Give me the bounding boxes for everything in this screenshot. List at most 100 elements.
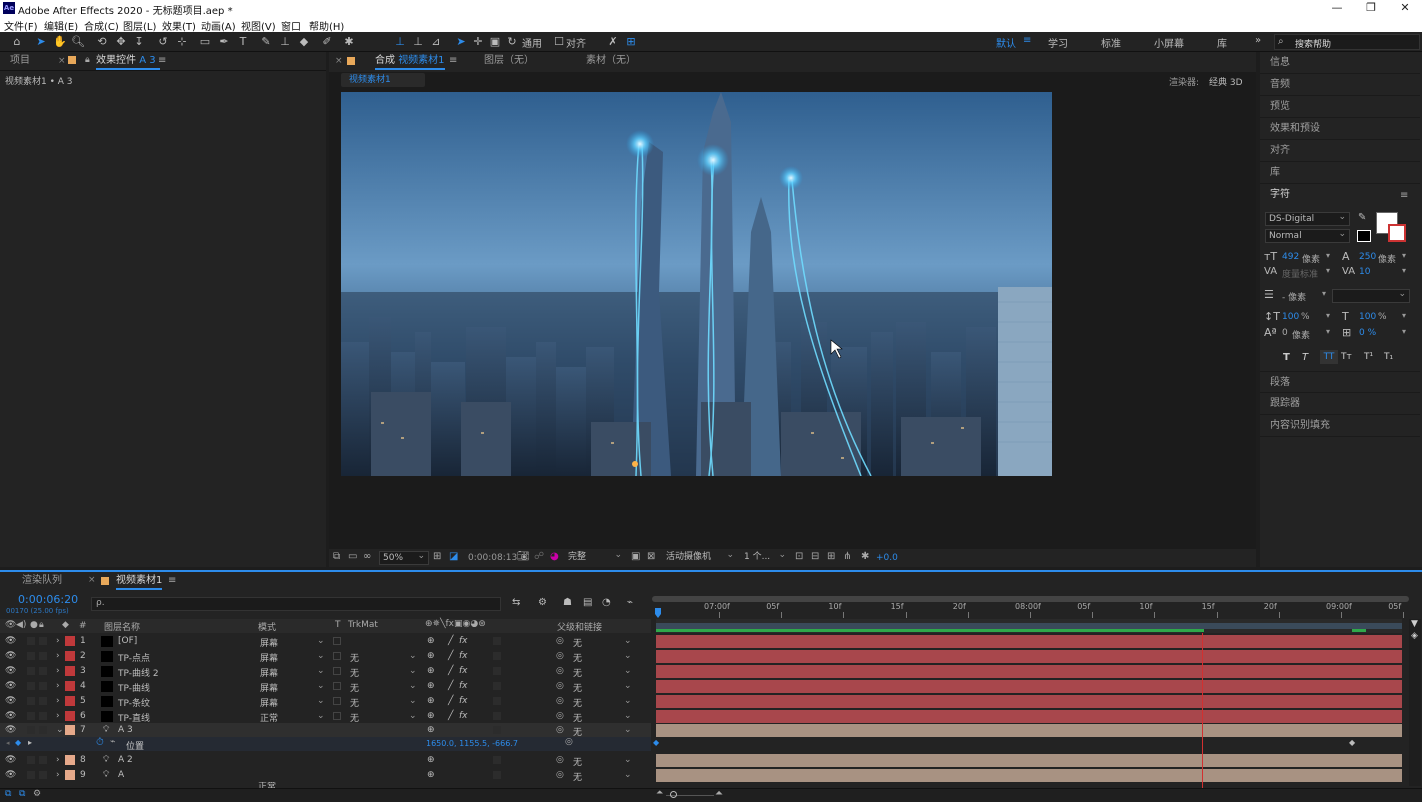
fx-icon[interactable]: fx <box>459 651 468 661</box>
snap-box-icon[interactable]: ▣ <box>488 35 502 49</box>
lock-toggle[interactable] <box>39 682 47 690</box>
parent-select[interactable]: 无 <box>573 651 582 664</box>
tab-footage[interactable]: 素材（无） <box>586 52 636 70</box>
reset-exposure-icon[interactable]: ⊟ <box>811 551 819 562</box>
chevron-down-icon[interactable]: ⌄ <box>56 725 64 735</box>
kerning-value[interactable]: 度量标准 <box>1282 267 1318 280</box>
vertical-scale-value[interactable]: 100 <box>1282 312 1299 322</box>
pickwhip-icon[interactable]: ◎ <box>556 666 564 676</box>
property-value[interactable]: 1650.0, 1155.5, -666.7 <box>426 739 518 748</box>
layer-row[interactable]: 👁︎ › 9 💡︎ A ⊕ ◎ 无 ⌄ <box>0 768 651 783</box>
layer-name[interactable]: [OF] <box>118 636 137 646</box>
eyedropper-icon[interactable]: ✎ <box>1358 212 1366 223</box>
eye-icon[interactable]: 👁︎ <box>5 636 16 646</box>
eye-icon[interactable]: 👁︎ <box>5 755 16 765</box>
parent-select[interactable]: 无 <box>573 755 582 768</box>
solo-toggle[interactable] <box>27 756 35 764</box>
pickwhip-icon[interactable]: ◎ <box>556 725 564 735</box>
layer-name[interactable]: A <box>118 770 124 780</box>
faux-bold-button[interactable]: T <box>1283 352 1290 363</box>
chevron-down-icon[interactable]: ⌄ <box>409 666 417 676</box>
menu-effect[interactable]: 效果(T) <box>162 18 196 33</box>
local-axis-icon[interactable]: ⊥ <box>393 35 407 49</box>
stroke-width-value[interactable]: - 像素 <box>1282 290 1306 303</box>
pan-camera-icon[interactable]: ✥ <box>114 35 128 49</box>
layer-duration-bar[interactable] <box>656 635 1402 648</box>
graph-icon[interactable]: ⌁ <box>110 737 115 747</box>
eye-icon[interactable]: 👁︎ <box>5 711 16 721</box>
eye-icon[interactable]: 👁︎ <box>5 620 16 630</box>
resolution-select[interactable]: 完整 <box>565 549 625 565</box>
align-label[interactable]: 对齐 <box>566 35 586 50</box>
chevron-down-icon[interactable]: ⌄ <box>624 636 632 646</box>
layer-name[interactable]: A 2 <box>118 755 133 765</box>
panel-character-title[interactable]: 字符 <box>1260 184 1420 206</box>
menu-help[interactable]: 帮助(H) <box>309 18 344 33</box>
feather-icon[interactable]: ✗ <box>606 35 620 49</box>
chevron-down-icon[interactable]: ▾ <box>1326 311 1330 320</box>
layer-duration-bar[interactable] <box>656 769 1402 782</box>
solo-toggle[interactable] <box>27 712 35 720</box>
clone-stamp-icon[interactable]: ⊥ <box>278 35 292 49</box>
pickwhip-icon[interactable]: ◎ <box>565 737 573 747</box>
orbit-camera-icon[interactable]: ⟲ <box>95 35 109 49</box>
panel-libraries[interactable]: 库 <box>1260 162 1420 184</box>
shy-icon[interactable]: ⊕ <box>427 725 435 735</box>
layer-switches-toggle-icon[interactable]: ⧉ <box>5 789 11 799</box>
snapshot-camera-icon[interactable]: 📷︎ <box>517 551 530 562</box>
zoom-in-icon[interactable]: ⏶ <box>715 788 723 799</box>
layer-duration-bar[interactable] <box>656 710 1402 723</box>
zoom-select[interactable]: 50% <box>379 550 429 565</box>
menu-composition[interactable]: 合成(C) <box>84 18 119 33</box>
layer-row[interactable]: 👁︎ › 2 TP-点点 屏幕 ⌄ 无 ⌄ ⊕ ╱ fx ◎ 无 ⌄ <box>0 649 651 664</box>
pickwhip-icon[interactable]: ◎ <box>556 755 564 765</box>
trkmat-select[interactable]: 无 <box>350 651 359 664</box>
shy-icon[interactable]: ⊕ <box>427 681 435 691</box>
3d-layer-toggle[interactable] <box>493 756 501 764</box>
chevron-right-icon[interactable]: › <box>56 666 60 676</box>
chevron-right-icon[interactable]: › <box>56 711 60 721</box>
rotate-tool-icon[interactable]: ↺ <box>156 35 170 49</box>
chevron-down-icon[interactable]: ▾ <box>1402 266 1406 275</box>
chevron-down-icon[interactable]: ⌄ <box>409 651 417 661</box>
property-row-position[interactable]: ◂ ◆ ▸ ⏱ ⌁ 位置 1650.0, 1155.5, -666.7 ◎ <box>0 737 651 752</box>
chevron-down-icon[interactable]: ⌄ <box>317 636 325 646</box>
workspace-libraries[interactable]: 库 <box>1217 35 1227 50</box>
small-caps-button[interactable]: Tт <box>1341 352 1352 362</box>
layer-duration-bar[interactable] <box>656 680 1402 693</box>
chevron-down-icon[interactable]: ⌄ <box>624 666 632 676</box>
lock-toggle[interactable] <box>39 652 47 660</box>
menu-layer[interactable]: 图层(L) <box>123 18 156 33</box>
lock-toggle[interactable] <box>39 771 47 779</box>
menu-edit[interactable]: 编辑(E) <box>44 18 78 33</box>
panel-audio[interactable]: 音频 <box>1260 74 1420 96</box>
chevron-right-icon[interactable]: › <box>56 636 60 646</box>
3d-layer-toggle[interactable] <box>493 697 501 705</box>
layer-row[interactable]: 👁︎ › 3 TP-曲线 2 屏幕 ⌄ 无 ⌄ ⊕ ╱ fx ◎ 无 ⌄ <box>0 664 651 679</box>
workspace-learn[interactable]: 学习 <box>1048 35 1068 50</box>
lock-toggle[interactable] <box>39 667 47 675</box>
chevron-down-icon[interactable]: ▾ <box>1326 327 1330 336</box>
renderer-value[interactable]: 经典 3D <box>1209 75 1243 88</box>
color-channel-icon[interactable]: ◕ <box>550 551 559 562</box>
shy-icon[interactable]: ⊕ <box>427 696 435 706</box>
text-tool-icon[interactable]: T <box>236 35 250 49</box>
eye-icon[interactable]: 👁︎ <box>5 725 16 735</box>
chevron-down-icon[interactable]: ⌄ <box>317 651 325 661</box>
render-time-icon[interactable]: ⚙ <box>33 789 41 799</box>
exposure-icon[interactable]: ✱ <box>861 551 869 562</box>
grid-snap-icon[interactable]: ⊞ <box>624 35 638 49</box>
label-color-swatch[interactable] <box>65 651 75 661</box>
shy-icon[interactable]: ⊕ <box>427 636 435 646</box>
font-style-select[interactable]: Normal <box>1265 228 1350 243</box>
chevron-down-icon[interactable]: ⌄ <box>409 681 417 691</box>
chevron-down-icon[interactable]: ⌄ <box>317 711 325 721</box>
layer-row[interactable]: 👁︎ › 8 💡︎ A 2 ⊕ ◎ 无 ⌄ <box>0 753 651 768</box>
timeline-scrollbar[interactable]: ▼ ◈ <box>1409 619 1421 786</box>
quality-icon[interactable]: ╱ <box>448 711 453 721</box>
tsume-value[interactable]: 0 % <box>1359 328 1376 338</box>
timeline-icon[interactable]: ⊞ <box>827 551 835 562</box>
snap-rotate-icon[interactable]: ↻ <box>505 35 519 49</box>
layer-row[interactable]: 👁︎ › 1 [OF] 屏幕 ⌄ ⊕ ╱ fx ◎ 无 ⌄ <box>0 634 651 649</box>
dolly-camera-icon[interactable]: ↧ <box>132 35 146 49</box>
